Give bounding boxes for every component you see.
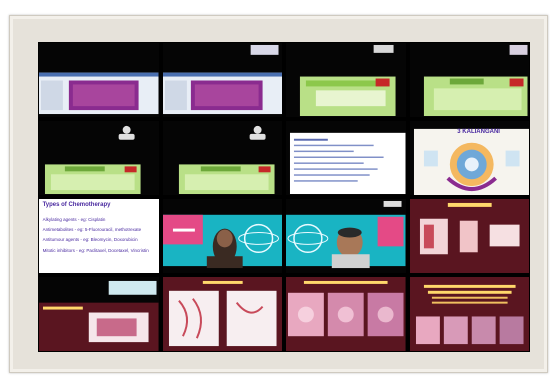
shared-screen — [286, 121, 406, 195]
participant-tile[interactable] — [286, 121, 406, 195]
participant-tile[interactable] — [409, 43, 529, 117]
participant-tile[interactable] — [39, 121, 159, 195]
shared-screen — [409, 277, 529, 351]
shared-screen — [162, 277, 282, 351]
participant-tile[interactable] — [409, 277, 529, 351]
participant-video — [286, 199, 406, 273]
shared-screen — [39, 277, 159, 351]
chemo-slide — [39, 199, 159, 273]
avatar-icon — [253, 125, 262, 134]
participant-tile[interactable] — [162, 199, 282, 273]
video-call-grid: 3 KALIANGANI Types of Chemotherapy Alkyl… — [38, 42, 530, 352]
shared-screen — [162, 43, 282, 117]
slide-title: 3 KALIANGANI — [457, 128, 500, 135]
avatar-icon — [122, 125, 131, 134]
participant-tile[interactable] — [286, 199, 406, 273]
participant-tile[interactable] — [286, 43, 406, 117]
participant-tile[interactable] — [162, 121, 282, 195]
shared-screen — [39, 43, 159, 117]
slide-line: Antimetabolites - eg: 5-Fluorouracil, me… — [42, 227, 142, 233]
shared-screen — [286, 277, 406, 351]
slide-line: Mitotic inhibitors - eg: Paclitaxel, Doc… — [42, 247, 149, 253]
slide-line: Antitumour agents - eg: Bleomycin, Doxor… — [42, 237, 138, 243]
shared-screen — [409, 199, 529, 273]
participant-tile[interactable] — [162, 277, 282, 351]
participant-tile[interactable] — [39, 43, 159, 117]
shared-screen — [286, 43, 406, 117]
participant-tile[interactable] — [409, 199, 529, 273]
participant-video — [162, 199, 282, 273]
shared-screen — [409, 43, 529, 117]
slide-title: Types of Chemotherapy — [42, 202, 111, 209]
participant-tile[interactable]: Types of Chemotherapy Alkylating agents … — [39, 199, 159, 273]
shared-screen — [39, 121, 159, 195]
participant-tile[interactable] — [286, 277, 406, 351]
participant-tile[interactable] — [162, 43, 282, 117]
slide-line: Alkylating agents - eg: Cisplatin — [42, 216, 106, 222]
participant-tile[interactable] — [39, 277, 159, 351]
participant-tile[interactable]: 3 KALIANGANI — [409, 121, 529, 195]
shared-screen — [162, 121, 282, 195]
